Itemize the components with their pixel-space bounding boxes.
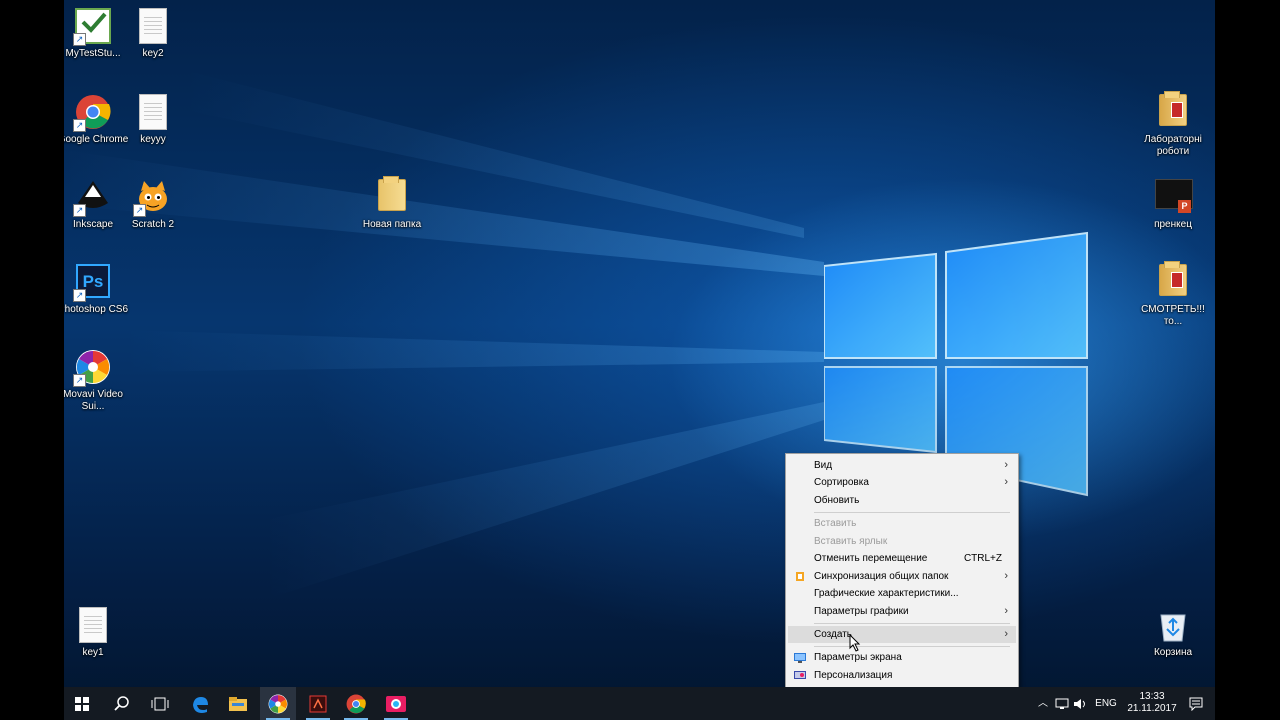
desktop-icon-new-folder[interactable]: Новая папка: [357, 171, 427, 231]
desktop-icon-key1[interactable]: key1: [64, 599, 129, 659]
menu-item-paste[interactable]: Вставить: [788, 515, 1016, 532]
movavi-icon: ↗: [73, 349, 111, 387]
desktop-icon-photoshop[interactable]: Ps ↗ Photoshop CS6: [64, 256, 129, 316]
desktop-icon-smotret[interactable]: СМОТРЕТЬ!!! то...: [1137, 256, 1209, 328]
taskbar-file-explorer[interactable]: [220, 687, 256, 720]
file-explorer-icon: [229, 697, 247, 711]
menu-item-new[interactable]: Создать ›: [788, 626, 1016, 643]
edge-icon: [193, 697, 208, 713]
menu-item-refresh[interactable]: Обновить: [788, 492, 1016, 509]
menu-item-sync-shared-folders[interactable]: Синхронизация общих папок ›: [788, 568, 1016, 585]
menu-item-view[interactable]: Вид ›: [788, 457, 1016, 474]
photo-app-icon: [386, 696, 406, 712]
search-button[interactable]: [104, 687, 140, 720]
taskbar-edge[interactable]: [182, 687, 218, 720]
chevron-up-icon: ︿: [1038, 698, 1048, 709]
chrome-icon: [346, 694, 366, 714]
text-file-icon: [135, 94, 171, 130]
personalize-icon: [794, 670, 806, 681]
text-file-icon: [135, 8, 171, 44]
sync-icon: [794, 571, 806, 582]
taskbar-media-app[interactable]: [300, 687, 336, 720]
taskbar-chrome[interactable]: [338, 687, 374, 720]
notifications-icon: [1189, 697, 1203, 712]
network-icon[interactable]: [1054, 687, 1070, 720]
action-center-button[interactable]: [1182, 687, 1210, 720]
desktop-icon-prenkets[interactable]: P пренкец: [1137, 171, 1209, 231]
menu-item-graphics-properties[interactable]: Графические характеристики...: [788, 585, 1016, 602]
taskbar-photo-app[interactable]: [378, 687, 414, 720]
mouse-cursor-icon: [849, 634, 861, 652]
menu-item-sort[interactable]: Сортировка ›: [788, 474, 1016, 491]
desktop-icon-keyyy[interactable]: keyyy: [117, 86, 189, 146]
menu-item-paste-shortcut[interactable]: Вставить ярлык: [788, 533, 1016, 550]
taskbar-movavi[interactable]: [260, 687, 296, 720]
volume-icon[interactable]: [1072, 687, 1088, 720]
menu-separator: [814, 512, 1010, 513]
media-app-icon: [309, 695, 327, 713]
presentation-icon: P: [1155, 179, 1193, 215]
archive-icon: [1155, 91, 1191, 130]
recycle-bin-icon: [1155, 607, 1191, 643]
menu-item-personalize[interactable]: Персонализация: [788, 667, 1016, 684]
desktop-icon-lab-works[interactable]: Лабораторні роботи: [1137, 86, 1209, 158]
task-view-button[interactable]: [142, 687, 178, 720]
start-icon: [75, 697, 89, 711]
text-file-icon: [75, 607, 111, 643]
task-view-icon: [151, 697, 169, 711]
folder-icon: [374, 176, 410, 215]
search-icon: [114, 696, 129, 711]
inkscape-icon: ↗: [73, 179, 111, 217]
show-hidden-icons-button[interactable]: ︿: [1036, 687, 1050, 720]
archive-icon: [1155, 261, 1191, 300]
start-button[interactable]: [64, 687, 100, 720]
chevron-right-icon: ›: [1004, 476, 1008, 488]
scratch-icon: ↗: [133, 179, 171, 217]
context-menu: Вид › Сортировка › Обновить Вставить Вст…: [785, 453, 1019, 689]
display-icon: [794, 652, 806, 663]
menu-item-display-settings[interactable]: Параметры экрана: [788, 649, 1016, 666]
desktop-icon-recycle-bin[interactable]: Корзина: [1137, 599, 1209, 659]
mytest-icon: ↗: [73, 8, 111, 46]
photoshop-icon: Ps ↗: [73, 264, 111, 302]
desktop-icon-key2[interactable]: key2: [117, 0, 189, 60]
clock[interactable]: 13:33 21.11.2017: [1122, 687, 1182, 720]
taskbar: ︿ ENG 13:33 21.11.2017: [64, 687, 1215, 720]
menu-item-graphics-options[interactable]: Параметры графики ›: [788, 603, 1016, 620]
movavi-icon: [268, 694, 288, 714]
chrome-icon: ↗: [73, 94, 111, 132]
chevron-right-icon: ›: [1004, 605, 1008, 617]
chevron-right-icon: ›: [1004, 628, 1008, 640]
chevron-right-icon: ›: [1004, 459, 1008, 471]
menu-separator: [814, 623, 1010, 624]
menu-item-undo-move[interactable]: Отменить перемещение CTRL+Z: [788, 550, 1016, 567]
input-language-button[interactable]: ENG: [1092, 687, 1120, 720]
chevron-right-icon: ›: [1004, 570, 1008, 582]
menu-separator: [814, 646, 1010, 647]
desktop[interactable]: ↗ MyTestStu... key2 ↗ Google Chrome keyy…: [64, 0, 1215, 720]
desktop-icon-scratch[interactable]: ↗ Scratch 2: [117, 171, 189, 231]
desktop-icon-movavi[interactable]: ↗ Movavi Video Sui...: [64, 341, 129, 413]
